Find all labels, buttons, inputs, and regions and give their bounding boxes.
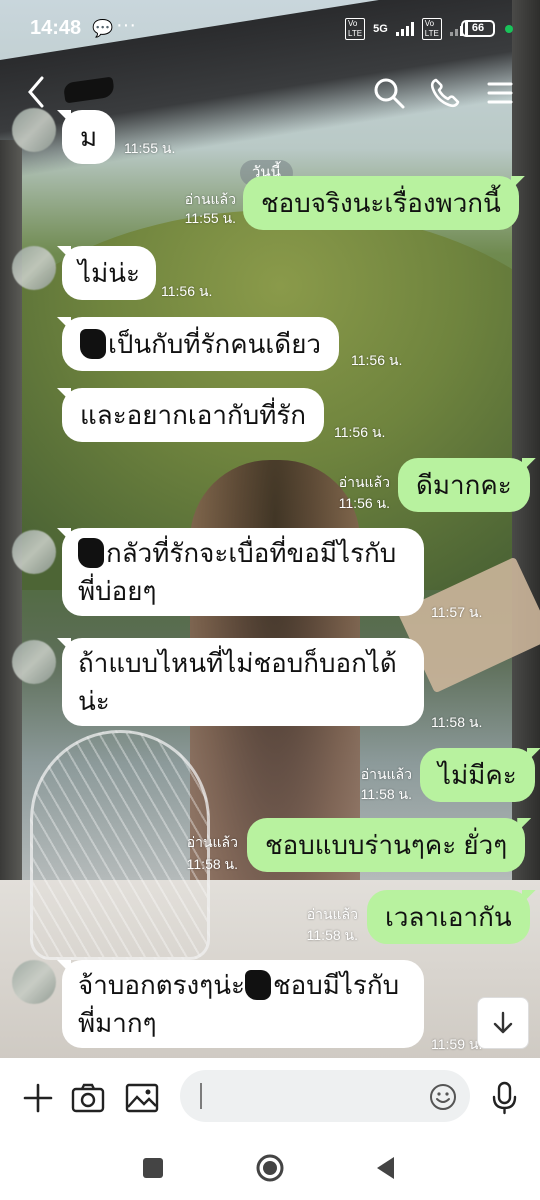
message-outgoing[interactable]: ไม่มีคะ — [420, 748, 535, 802]
nav-recents-icon[interactable] — [137, 1152, 169, 1184]
nav-home-icon[interactable] — [254, 1152, 286, 1184]
nav-back-icon[interactable] — [370, 1152, 402, 1184]
text-caret — [200, 1083, 202, 1109]
message-outgoing[interactable]: ดีมากคะ — [398, 458, 530, 512]
message-outgoing[interactable]: เวลาเอากัน — [367, 890, 530, 944]
message-text: เป็นกับที่รักคนเดียว — [108, 329, 322, 359]
message-text: ม — [80, 122, 98, 152]
emoji-icon[interactable] — [428, 1082, 458, 1112]
message-time: 11:56 น. — [161, 283, 213, 299]
message-text: ชอบจริงนะเรื่องพวกนี้ — [261, 188, 501, 218]
message-time: 11:56 น. — [338, 495, 390, 511]
mic-icon[interactable] — [487, 1080, 523, 1116]
message-text-line2: พี่มากๆ — [78, 1008, 157, 1038]
status-time: 14:48 — [30, 17, 82, 39]
notification-chat-icon: 💬 — [92, 19, 114, 38]
battery-level: 66 — [471, 22, 485, 34]
message-time: 11:57 น. — [431, 604, 483, 620]
message-incoming[interactable]: กลัวที่รักจะเบื่อที่ขอมีไรกับ พี่บ่อยๆ — [62, 528, 424, 616]
message-text: ชอบแบบร่านๆคะ ยั่วๆ — [265, 830, 508, 860]
message-text: เวลาเอากัน — [385, 902, 512, 932]
scroll-down-button[interactable] — [477, 997, 529, 1049]
signal-indicators: Vo LTE 5G Vo LTE — [345, 18, 468, 40]
message-text: ดีมากคะ — [416, 470, 512, 500]
message-time: 11:58 น. — [431, 714, 483, 730]
read-receipt: อ่านแล้ว — [186, 834, 238, 850]
message-incoming[interactable]: เป็นกับที่รักคนเดียว — [62, 317, 340, 371]
system-navigation-bar — [0, 1138, 540, 1200]
message-text-line1b: ชอบมีไรกับ — [272, 970, 400, 1000]
redacted-word — [244, 970, 271, 1000]
image-icon[interactable] — [124, 1080, 160, 1116]
message-incoming[interactable]: จ้าบอกตรงๆน่ะ ชอบมีไรกับ พี่มากๆ — [62, 960, 424, 1048]
volte-icon: Vo LTE — [345, 18, 366, 40]
read-receipt: อ่านแล้ว — [360, 766, 412, 782]
privacy-indicator-dot — [505, 25, 513, 33]
contact-avatar[interactable] — [12, 246, 56, 290]
menu-icon[interactable] — [483, 76, 517, 110]
network-type: 5G — [373, 23, 388, 35]
message-text: ไม่น่ะ — [78, 258, 140, 288]
message-input-bar — [0, 1058, 540, 1138]
contact-avatar[interactable] — [12, 640, 56, 684]
message-text-line1: ถ้าแบบไหนที่ไม่ชอบก็บอกได้ — [78, 648, 397, 678]
message-incoming[interactable]: ม — [62, 110, 116, 164]
read-receipt: อ่านแล้ว — [338, 474, 390, 490]
more-notifications-icon: ··· — [116, 14, 136, 36]
contact-name-redacted[interactable] — [62, 76, 116, 104]
back-icon[interactable] — [22, 72, 52, 112]
message-input-field[interactable] — [180, 1070, 470, 1122]
message-outgoing[interactable]: ชอบแบบร่านๆคะ ยั่วๆ — [247, 818, 526, 872]
scroll-down-icon — [493, 1011, 513, 1034]
message-text: และอยากเอากับที่รัก — [80, 400, 307, 430]
message-input[interactable] — [208, 1080, 418, 1112]
message-time: 11:55 น. — [184, 210, 236, 226]
redacted-word — [80, 329, 106, 359]
plus-icon[interactable] — [20, 1080, 56, 1116]
message-text: ไม่มีคะ — [438, 760, 517, 790]
search-icon[interactable] — [372, 76, 406, 110]
volte-icon-2: Vo LTE — [421, 18, 442, 40]
message-outgoing[interactable]: ชอบจริงนะเรื่องพวกนี้ — [243, 176, 519, 230]
message-text-line2: น่ะ — [78, 686, 110, 716]
read-receipt: อ่านแล้ว — [184, 191, 236, 207]
message-time: 11:59 น. — [431, 1036, 483, 1052]
read-receipt: อ่านแล้ว — [306, 906, 358, 922]
message-incoming[interactable]: ไม่น่ะ — [62, 246, 156, 300]
status-bar: 14:48 💬 ··· Vo LTE 5G Vo LTE 66 — [0, 0, 540, 58]
signal-bars-icon — [395, 22, 414, 36]
message-time: 11:58 น. — [360, 786, 412, 802]
message-text-line1: กลัวที่รักจะเบื่อที่ขอมีไรกับ — [106, 538, 397, 568]
message-time: 11:56 น. — [334, 424, 386, 440]
phone-icon[interactable] — [428, 76, 462, 110]
contact-avatar[interactable] — [12, 108, 56, 152]
message-time: 11:58 น. — [306, 927, 358, 943]
contact-avatar[interactable] — [12, 530, 56, 574]
message-time: 11:58 น. — [186, 856, 238, 872]
camera-icon[interactable] — [70, 1080, 106, 1116]
message-time: 11:56 น. — [351, 352, 403, 368]
message-text-line2: พี่บ่อยๆ — [78, 576, 157, 606]
battery-icon: 66 — [461, 20, 495, 37]
contact-avatar[interactable] — [12, 960, 56, 1004]
redacted-word — [78, 538, 104, 568]
message-time: 11:55 น. — [124, 140, 176, 156]
message-text-line1a: จ้าบอกตรงๆน่ะ — [78, 970, 245, 1000]
message-incoming[interactable]: และอยากเอากับที่รัก — [62, 388, 325, 442]
message-incoming[interactable]: ถ้าแบบไหนที่ไม่ชอบก็บอกได้ น่ะ — [62, 638, 424, 726]
